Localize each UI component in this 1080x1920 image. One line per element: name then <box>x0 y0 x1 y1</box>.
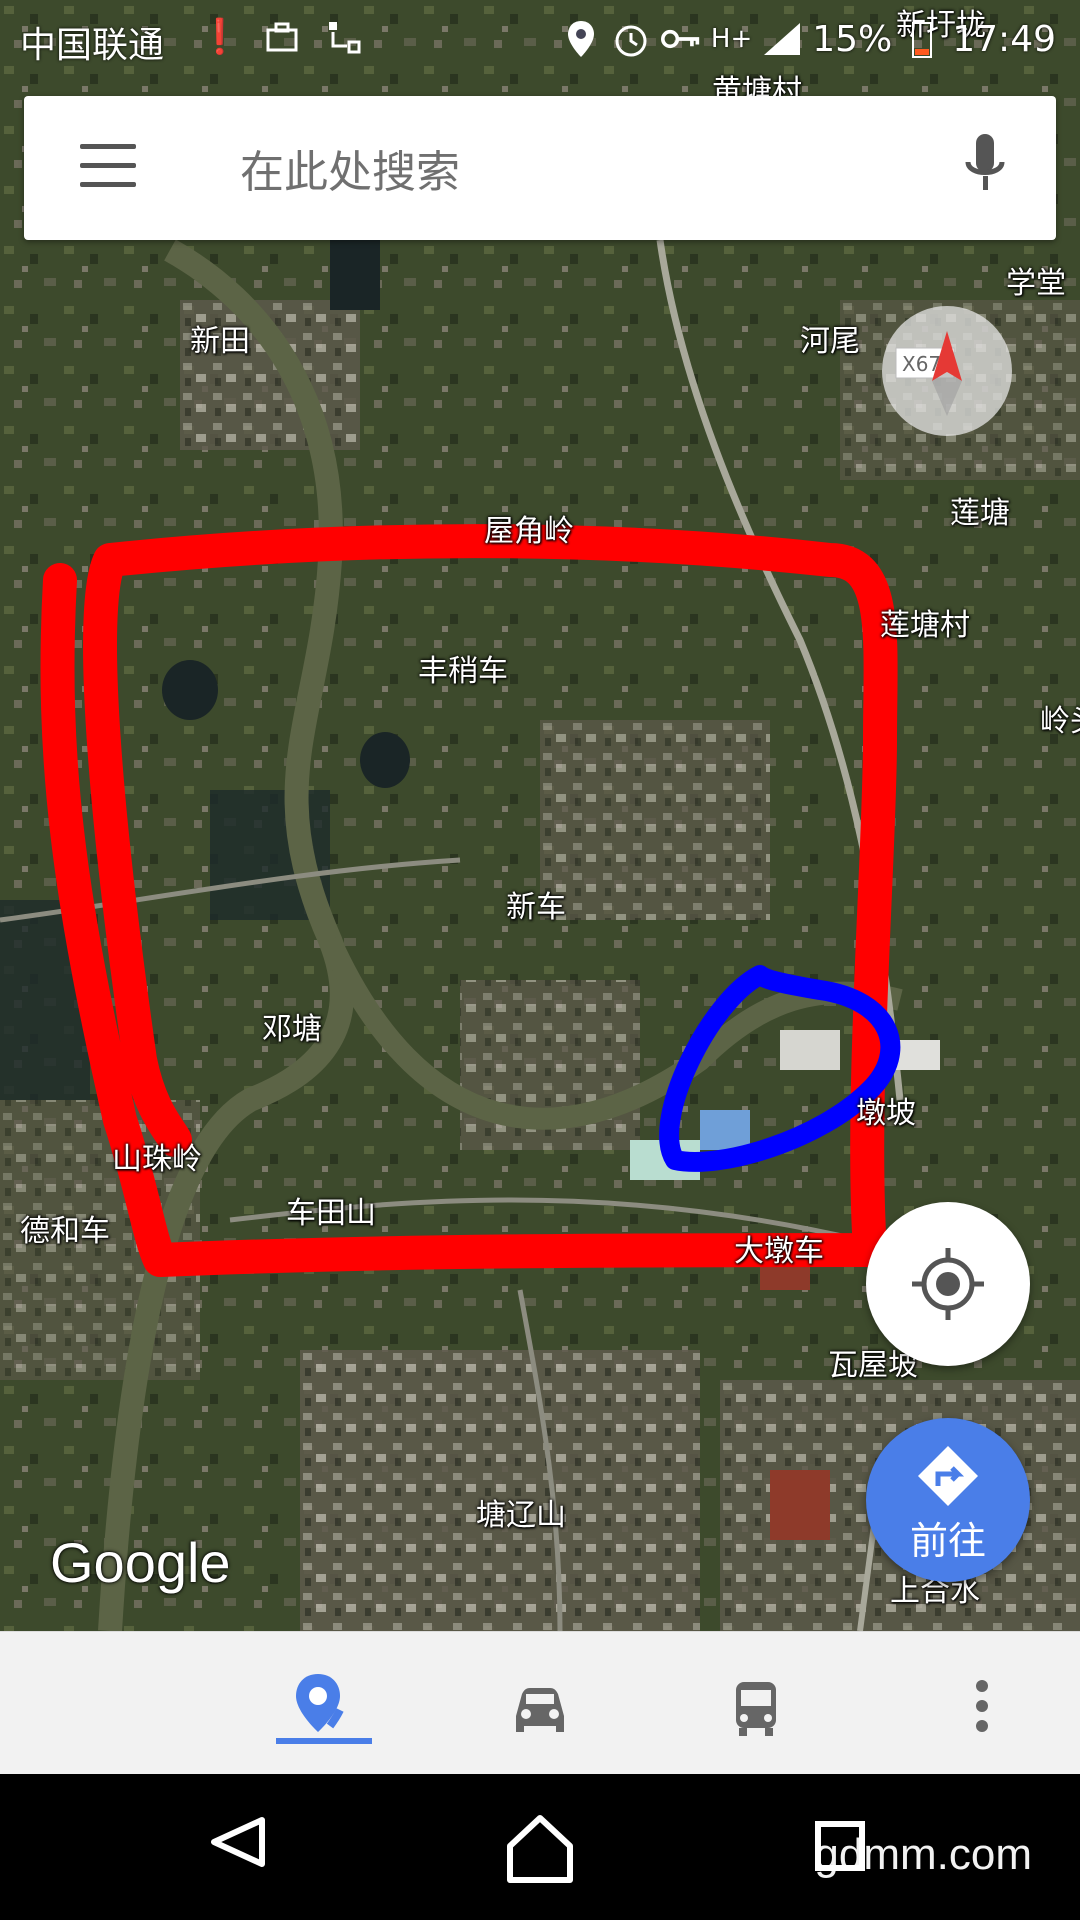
compass-icon: X67 <box>895 331 962 416</box>
briefcase-icon <box>262 12 302 62</box>
watermark: gdmm.com <box>814 1830 1032 1879</box>
tab-transit[interactable] <box>706 1656 806 1756</box>
map-label: 新车 <box>506 890 566 925</box>
map-label: 屋角岭 <box>484 514 574 549</box>
my-location-button[interactable] <box>866 1202 1030 1366</box>
go-button[interactable]: 前往 <box>866 1418 1030 1582</box>
system-navigation-bar: gdmm.com <box>0 1774 1080 1920</box>
carrier-name: 中国联通 <box>20 25 165 66</box>
map-label: 德和车 <box>20 1214 110 1249</box>
map-label: 学堂 <box>1006 266 1066 301</box>
map-label: 邓塘 <box>262 1012 322 1047</box>
usb-icon <box>324 12 364 62</box>
satellite-map[interactable]: 黄塘村 新圩垅 学堂 新田 河尾 莲塘 屋角岭 莲塘村 丰稍车 岭头 新车 邓塘… <box>0 0 1080 1631</box>
crosshair-icon <box>912 1248 984 1320</box>
map-label: 莲塘 <box>950 496 1010 531</box>
tab-driving[interactable] <box>490 1656 590 1756</box>
map-label: 岭头 <box>1040 704 1080 739</box>
home-icon[interactable] <box>507 1815 573 1883</box>
battery-percent: 15% <box>812 18 893 60</box>
location-icon <box>561 14 601 64</box>
map-label: 莲塘村 <box>880 608 970 643</box>
map-label: 河尾 <box>800 324 860 359</box>
menu-icon[interactable] <box>80 144 136 188</box>
map-label: 塘辽山 <box>476 1498 566 1533</box>
battery-icon <box>902 14 942 64</box>
signal-icon <box>762 14 802 64</box>
back-icon[interactable] <box>211 1817 265 1867</box>
map-label: 山珠岭 <box>112 1142 202 1177</box>
status-bar: 中国联通 ❗ H+ 15% 17:49 <box>0 0 1080 80</box>
car-icon <box>516 1688 564 1732</box>
network-type: H+ <box>710 24 753 54</box>
google-logo: Google <box>50 1531 231 1594</box>
key-icon <box>660 14 701 64</box>
satellite-imagery <box>0 0 1080 1631</box>
map-label: 新田 <box>190 324 250 359</box>
active-tab-indicator <box>276 1738 372 1744</box>
compass-button[interactable]: X67 <box>882 306 1012 436</box>
map-label: 墩坡 <box>856 1096 916 1131</box>
microphone-icon[interactable] <box>962 132 1008 202</box>
alarm-icon <box>611 14 651 64</box>
bottom-tab-bar <box>0 1631 1080 1775</box>
more-vert-icon <box>976 1680 988 1732</box>
more-options-button[interactable] <box>932 1656 1032 1756</box>
go-label: 前往 <box>909 1519 986 1563</box>
search-bar[interactable]: 在此处搜索 <box>24 96 1056 240</box>
alert-icon: ❗ <box>198 17 242 57</box>
search-input[interactable]: 在此处搜索 <box>240 136 460 200</box>
clock: 17:49 <box>952 18 1056 60</box>
map-label: 车田山 <box>286 1196 376 1231</box>
map-label: 丰稍车 <box>418 654 508 689</box>
bus-icon <box>736 1682 776 1736</box>
map-label: 大墩车 <box>734 1234 824 1269</box>
directions-icon <box>918 1446 978 1506</box>
